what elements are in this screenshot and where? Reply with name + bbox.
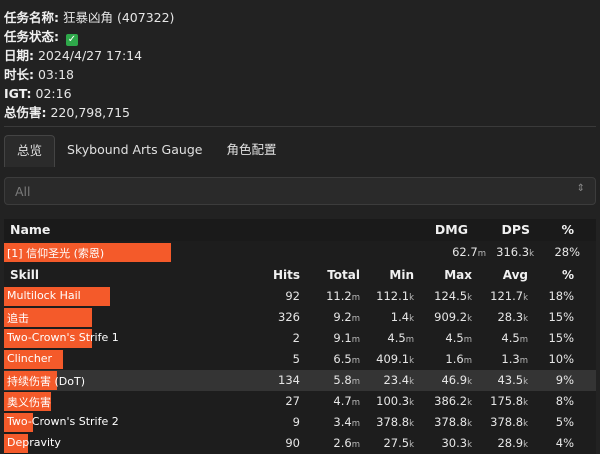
skill-name: 追击: [7, 312, 29, 325]
skill-min: 100.3k: [376, 394, 414, 408]
header-pct: %: [561, 222, 574, 237]
table-row[interactable]: 追击 326 9.2m 1.4k 909.2k 28.3k 15%: [4, 307, 596, 328]
skill-name: Two-Crown's Strife 1: [7, 331, 119, 344]
table-row[interactable]: Multilock Hail 92 11.2m 112.1k 124.5k 121.7k 1…: [4, 286, 596, 307]
skill-max: 909.2k: [434, 310, 472, 324]
skill-pct: 5%: [555, 415, 574, 429]
chevron-updown-icon: ⇕: [576, 183, 585, 194]
table-row[interactable]: Depravity 90 2.6m 27.5k 30.3k 28.9k 4%: [4, 433, 596, 454]
skill-min: 378.8k: [376, 415, 414, 429]
player-name: [1] 信仰圣光 (索恩): [7, 247, 105, 260]
skill-total: 9.2m: [333, 310, 360, 324]
total-damage-row: 总伤害: 220,798,715: [4, 103, 174, 122]
skill-hits: 90: [285, 436, 300, 450]
tab-skybound-arts-gauge[interactable]: Skybound Arts Gauge: [55, 135, 214, 167]
quest-name-value: 狂暴凶角 (407322): [62, 10, 175, 25]
header-total: Total: [327, 268, 360, 282]
skill-hits: 326: [278, 310, 300, 324]
igt-row: IGT: 02:16: [4, 84, 174, 103]
divider: [4, 126, 596, 127]
skill-name: 持续伤害 (DoT): [7, 375, 85, 388]
skill-min: 23.4k: [383, 373, 414, 387]
skill-name: Clincher: [7, 352, 53, 365]
igt-value: 02:16: [35, 86, 72, 101]
skill-min: 1.4k: [390, 310, 414, 324]
skill-header: Skill Hits Total Min Max Avg %: [4, 264, 596, 286]
header-dmg: DMG: [434, 222, 468, 237]
header-skill-pct: %: [561, 268, 574, 282]
skill-total: 5.8m: [333, 373, 360, 387]
tab-overview[interactable]: 总览: [4, 135, 56, 167]
player-row[interactable]: [1] 信仰圣光 (索恩) 62.7m 316.3k 28%: [4, 241, 596, 264]
duration-row: 时长: 03:18: [4, 65, 174, 84]
skill-pct: 18%: [548, 289, 574, 303]
tab-bar: 总览 Skybound Arts Gauge 角色配置: [4, 135, 288, 167]
quest-info: 任务名称: 狂暴凶角 (407322) 任务状态: ✓ 日期: 2024/4/2…: [4, 8, 174, 122]
skill-min: 4.5m: [387, 331, 414, 345]
skill-hits: 92: [285, 289, 300, 303]
quest-name-row: 任务名称: 狂暴凶角 (407322): [4, 8, 174, 27]
skill-max: 1.6m: [445, 352, 472, 366]
skill-pct: 15%: [548, 331, 574, 345]
skill-hits: 2: [292, 331, 300, 345]
header-name: Name: [10, 222, 51, 237]
skill-total: 6.5m: [333, 352, 360, 366]
date-label: 日期:: [4, 48, 34, 63]
skill-hits: 5: [292, 352, 300, 366]
skill-total: 2.6m: [333, 436, 360, 450]
table-row[interactable]: 奥义伤害 27 4.7m 100.3k 386.2k 175.8k 8%: [4, 391, 596, 412]
skill-hits: 9: [292, 415, 300, 429]
skill-max: 124.5k: [434, 289, 472, 303]
table-row[interactable]: 持续伤害 (DoT) 134 5.8m 23.4k 46.9k 43.5k 9%: [4, 370, 596, 391]
skill-max: 46.9k: [441, 373, 472, 387]
player-pct: 28%: [554, 245, 580, 259]
date-value: 2024/4/27 17:14: [37, 48, 143, 63]
skill-name: Multilock Hail: [7, 289, 81, 302]
skill-pct: 8%: [555, 394, 574, 408]
skill-max: 378.8k: [434, 415, 472, 429]
skill-min: 112.1k: [376, 289, 414, 303]
skill-pct: 10%: [548, 352, 574, 366]
skill-pct: 15%: [548, 310, 574, 324]
table-row[interactable]: Clincher 5 6.5m 409.1k 1.6m 1.3m 10%: [4, 349, 596, 370]
skill-total: 4.7m: [333, 394, 360, 408]
date-row: 日期: 2024/4/27 17:14: [4, 46, 174, 65]
skill-max: 386.2k: [434, 394, 472, 408]
header-min: Min: [389, 268, 414, 282]
skill-name: 奥义伤害: [7, 396, 51, 409]
skill-hits: 27: [285, 394, 300, 408]
filter-select-value: All: [15, 184, 31, 199]
tab-character-config[interactable]: 角色配置: [214, 135, 288, 167]
skill-total: 11.2m: [326, 289, 360, 303]
filter-select[interactable]: All ⇕: [4, 177, 596, 205]
table-row[interactable]: Two-Crown's Strife 1 2 9.1m 4.5m 4.5m 4.5m 15%: [4, 328, 596, 349]
quest-status-row: 任务状态: ✓: [4, 27, 174, 46]
skill-pct: 4%: [555, 436, 574, 450]
skill-name: Depravity: [7, 436, 61, 449]
skill-min: 409.1k: [376, 352, 414, 366]
total-damage-value: 220,798,715: [50, 105, 131, 120]
duration-value: 03:18: [37, 67, 75, 82]
check-icon: ✓: [65, 34, 78, 46]
skill-max: 4.5m: [445, 331, 472, 345]
skill-total: 9.1m: [333, 331, 360, 345]
skill-max: 30.3k: [441, 436, 472, 450]
header-hits: Hits: [272, 268, 300, 282]
skill-pct: 9%: [555, 373, 574, 387]
header-max: Max: [444, 268, 472, 282]
duration-label: 时长:: [4, 67, 34, 82]
total-damage-label: 总伤害:: [4, 105, 47, 120]
skill-total: 3.4m: [333, 415, 360, 429]
skill-hits: 134: [278, 373, 300, 387]
igt-label: IGT:: [4, 86, 32, 101]
quest-name-label: 任务名称:: [4, 10, 59, 25]
quest-status-label: 任务状态:: [4, 29, 59, 44]
table-header: Name DMG DPS %: [4, 219, 596, 241]
table-row[interactable]: Two-Crown's Strife 2 9 3.4m 378.8k 378.8k 378…: [4, 412, 596, 433]
skill-name: Two-Crown's Strife 2: [7, 415, 119, 428]
header-skill: Skill: [10, 268, 39, 282]
damage-table: Name DMG DPS % [1] 信仰圣光 (索恩) 62.7m 316.3…: [4, 219, 596, 454]
skill-min: 27.5k: [383, 436, 414, 450]
skill-list: Multilock Hail 92 11.2m 112.1k 124.5k 121.7k 1…: [4, 286, 596, 454]
